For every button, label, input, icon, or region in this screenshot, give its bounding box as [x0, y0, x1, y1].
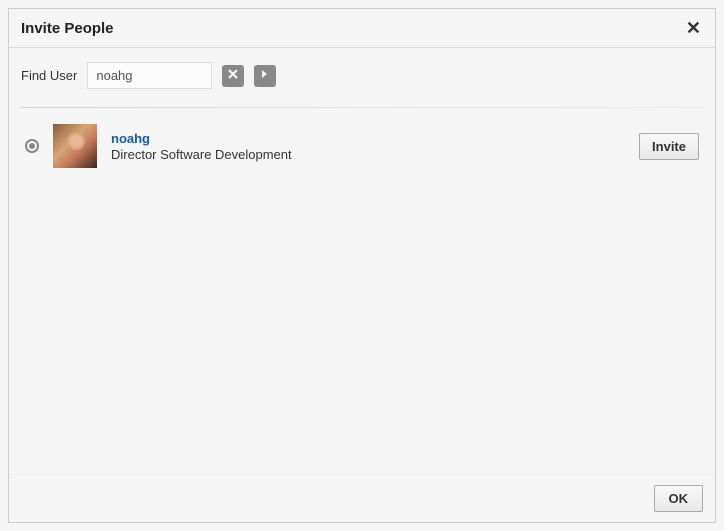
arrow-right-icon [259, 68, 271, 83]
close-icon[interactable]: ✕ [684, 19, 703, 37]
results-list: noahg Director Software Development Invi… [21, 122, 703, 460]
find-user-label: Find User [21, 68, 77, 83]
find-user-row: Find User [21, 62, 703, 89]
user-info: noahg Director Software Development [111, 131, 625, 162]
dialog-body: Find User noahg [9, 48, 715, 474]
avatar [53, 124, 97, 168]
result-row: noahg Director Software Development Invi… [21, 122, 703, 170]
find-user-input[interactable] [87, 62, 212, 89]
submit-search-button[interactable] [254, 65, 276, 87]
dialog-header: Invite People ✕ [9, 9, 715, 48]
radio-selected-icon [29, 143, 35, 149]
select-user-radio[interactable] [25, 139, 39, 153]
user-title: Director Software Development [111, 147, 625, 162]
ok-button[interactable]: OK [654, 485, 704, 512]
clear-search-button[interactable] [222, 65, 244, 87]
dialog-title: Invite People [21, 20, 114, 37]
invite-button[interactable]: Invite [639, 133, 699, 160]
x-icon [227, 68, 239, 83]
divider [21, 107, 703, 108]
invite-people-dialog: Invite People ✕ Find User [8, 8, 716, 523]
user-name-link[interactable]: noahg [111, 131, 625, 146]
dialog-footer: OK [9, 474, 715, 522]
